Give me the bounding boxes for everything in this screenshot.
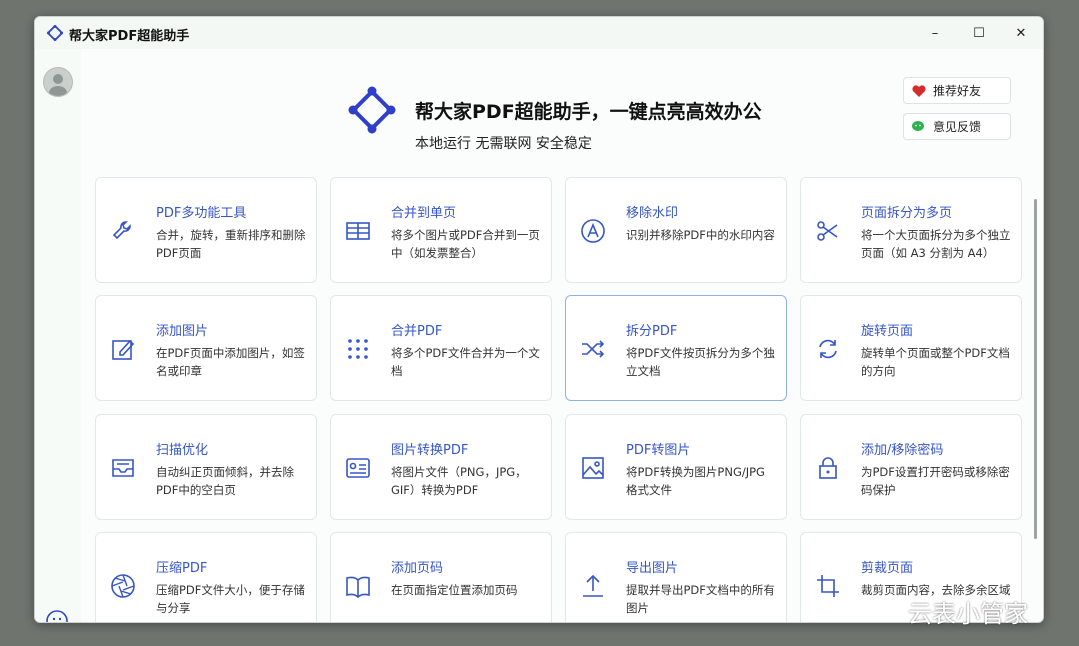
maximize-button[interactable]: ☐: [957, 17, 1001, 49]
tool-title: PDF多功能工具: [156, 206, 247, 221]
watermark-icon: [580, 218, 606, 244]
lock-icon: [815, 455, 841, 481]
tool-title: 合并PDF: [391, 324, 443, 339]
avatar[interactable]: [43, 67, 73, 97]
tool-description: 将一个大页面拆分为多个独立页面（如 A3 分割为 A4）: [861, 228, 1011, 260]
tool-description: 在PDF页面中添加图片，如签名或印章: [156, 346, 305, 378]
watermark-text: 云表小管家: [908, 600, 1028, 628]
tool-title: 页面拆分为多页: [861, 206, 953, 221]
recommend-label: 推荐好友: [933, 84, 982, 98]
tool-card[interactable]: 旋转页面旋转单个页面或整个PDF文档的方向: [800, 295, 1022, 401]
scissors-icon: [815, 218, 841, 244]
tool-title: 拆分PDF: [626, 324, 678, 339]
tool-card[interactable]: 扫描优化自动纠正页面倾斜，并去除PDF中的空白页: [95, 414, 317, 520]
tool-title: 导出图片: [626, 561, 679, 576]
tool-title: 剪裁页面: [861, 561, 914, 576]
tool-title: 压缩PDF: [156, 561, 208, 576]
wechat-icon: [911, 119, 927, 135]
hero-subtitle: 本地运行 无需联网 安全稳定: [415, 136, 592, 152]
feedback-button[interactable]: 意见反馈: [903, 113, 1011, 140]
tool-title: 图片转换PDF: [391, 443, 469, 458]
id-card-icon: [345, 455, 371, 481]
tool-title: 扫描优化: [156, 443, 209, 458]
app-window: 帮大家PDF超能助手 – ☐ ✕ 帮大家PDF超能助手，一键点亮高效办公 本地运…: [34, 16, 1044, 623]
tool-title: 移除水印: [626, 206, 679, 221]
app-logo-icon: [47, 25, 63, 41]
dots-grid-icon: [345, 336, 371, 362]
tool-card[interactable]: 合并PDF 将多个PDF文件合并为一个文档: [330, 295, 552, 401]
tool-description: 提取并导出PDF文档中的所有图片: [626, 583, 775, 615]
hero-logo-icon: [347, 85, 397, 135]
heart-icon: [911, 83, 927, 99]
tool-title: 添加页码: [391, 561, 444, 576]
sidebar: [35, 49, 81, 622]
tool-description: 在页面指定位置添加页码: [391, 583, 518, 597]
tool-card[interactable]: 压缩PDF 压缩PDF文件大小，便于存储与分享: [95, 532, 317, 622]
tool-description: 自动纠正页面倾斜，并去除PDF中的空白页: [156, 465, 294, 497]
main-panel: 帮大家PDF超能助手，一键点亮高效办公 本地运行 无需联网 安全稳定 推荐好友 …: [81, 49, 1043, 622]
upload-icon: [580, 573, 606, 599]
feedback-label: 意见反馈: [933, 120, 982, 134]
tool-title: 合并到单页: [391, 206, 457, 221]
rotate-icon: [815, 336, 841, 362]
recommend-button[interactable]: 推荐好友: [903, 77, 1011, 104]
tool-title: 添加图片: [156, 324, 209, 339]
crop-icon: [815, 573, 841, 599]
inbox-icon: [110, 455, 136, 481]
minimize-button[interactable]: –: [913, 17, 957, 49]
tool-description: 识别并移除PDF中的水印内容: [626, 228, 775, 242]
tool-description: 将多个PDF文件合并为一个文档: [391, 346, 540, 378]
tool-card[interactable]: 移除水印识别并移除PDF中的水印内容: [565, 177, 787, 283]
book-icon: [345, 573, 371, 599]
edit-icon: [110, 336, 136, 362]
tool-description: 将多个图片或PDF合并到一页中（如发票整合）: [391, 228, 540, 260]
tool-description: 为PDF设置打开密码或移除密码保护: [861, 465, 1010, 497]
tool-card[interactable]: 拆分PDF 将PDF文件按页拆分为多个独立文档: [565, 295, 787, 401]
tool-card[interactable]: 导出图片提取并导出PDF文档中的所有图片: [565, 532, 787, 622]
wrench-icon: [110, 218, 136, 244]
tool-title: 添加/移除密码: [861, 443, 944, 458]
hero-title: 帮大家PDF超能助手，一键点亮高效办公: [415, 101, 762, 123]
tool-card[interactable]: 合并到单页将多个图片或PDF合并到一页中（如发票整合）: [330, 177, 552, 283]
tool-description: 将PDF文件按页拆分为多个独立文档: [626, 346, 775, 378]
shuffle-icon: [580, 336, 606, 362]
image-icon: [580, 455, 606, 481]
window-title: 帮大家PDF超能助手: [69, 29, 190, 44]
tool-description: 将图片文件（PNG，JPG，GIF）转换为PDF: [391, 465, 527, 497]
tool-title: 旋转页面: [861, 324, 914, 339]
close-button[interactable]: ✕: [999, 17, 1043, 49]
tool-card[interactable]: 图片转换PDF 将图片文件（PNG，JPG，GIF）转换为PDF: [330, 414, 552, 520]
title-bar: 帮大家PDF超能助手 – ☐ ✕: [35, 17, 1043, 49]
smile-icon[interactable]: [45, 609, 69, 622]
tool-description: 压缩PDF文件大小，便于存储与分享: [156, 583, 305, 615]
tool-card[interactable]: 添加/移除密码为PDF设置打开密码或移除密码保护: [800, 414, 1022, 520]
tool-description: 旋转单个页面或整个PDF文档的方向: [861, 346, 1010, 378]
tool-description: 合并，旋转，重新排序和删除PDF页面: [156, 228, 306, 260]
tool-card[interactable]: 添加图片在PDF页面中添加图片，如签名或印章: [95, 295, 317, 401]
tool-title: PDF转图片: [626, 443, 691, 458]
tool-description: 将PDF转换为图片PNG/JPG格式文件: [626, 465, 765, 497]
scrollbar[interactable]: [1034, 199, 1037, 539]
tool-card[interactable]: PDF多功能工具合并，旋转，重新排序和删除PDF页面: [95, 177, 317, 283]
tool-card[interactable]: 添加页码在页面指定位置添加页码: [330, 532, 552, 622]
tool-card[interactable]: 页面拆分为多页将一个大页面拆分为多个独立页面（如 A3 分割为 A4）: [800, 177, 1022, 283]
tool-card[interactable]: PDF转图片将PDF转换为图片PNG/JPG格式文件: [565, 414, 787, 520]
table-icon: [345, 218, 371, 244]
aperture-icon: [110, 573, 136, 599]
